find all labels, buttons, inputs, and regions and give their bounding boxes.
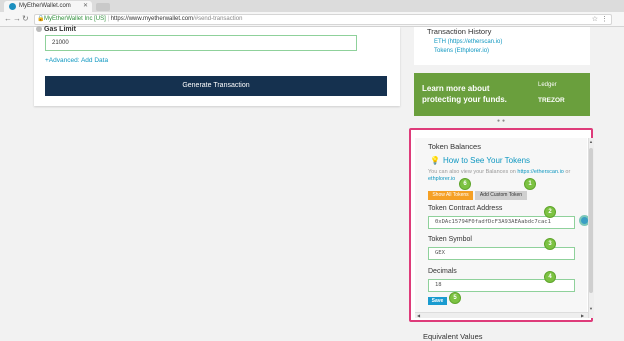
step-marker-6: 6 xyxy=(459,178,471,190)
lock-icon: 🔒 xyxy=(37,16,45,22)
ad-line-1: Learn more about xyxy=(422,84,490,93)
add-custom-token-button[interactable]: Add Custom Token xyxy=(475,191,527,200)
step-marker-5: 5 xyxy=(449,292,461,304)
url-domain: https://www.myetherwallet.com xyxy=(110,16,194,22)
advanced-add-data-link[interactable]: +Advanced: Add Data xyxy=(45,57,108,64)
browser-menu-icon[interactable]: ⋮ xyxy=(601,15,608,24)
url-field[interactable]: 🔒 MyEtherWallet Inc [US] | https://www.m… xyxy=(34,14,612,25)
generate-transaction-button[interactable]: Generate Transaction xyxy=(45,76,387,96)
save-token-button[interactable]: Save xyxy=(428,297,447,305)
step-marker-4: 4 xyxy=(544,271,556,283)
lightbulb-icon: 💡 xyxy=(430,156,440,165)
trezor-logo: TREZOR xyxy=(538,97,565,104)
transaction-history-card: Transaction History ETH (https://ethersc… xyxy=(414,27,590,65)
step-marker-1: 1 xyxy=(524,178,536,190)
step-marker-2: 2 xyxy=(544,206,556,218)
token-contract-address-label: Token Contract Address xyxy=(428,205,503,212)
address-bar: ← → ↻ 🔒 MyEtherWallet Inc [US] | https:/… xyxy=(0,12,624,27)
scroll-right-icon[interactable]: ▶ xyxy=(581,313,584,318)
ledger-logo: Ledger xyxy=(538,82,557,88)
tab-close-icon[interactable]: ✕ xyxy=(83,2,88,9)
token-contract-address-input[interactable]: 0xDAc15794F0fadfDcF3A93AEAabdc7cac1 xyxy=(428,216,575,229)
scroll-up-icon[interactable]: ▲ xyxy=(589,139,593,144)
browser-tab[interactable]: MyEtherWallet.com ✕ xyxy=(4,1,92,12)
ethplorer-history-link[interactable]: Tokens (Ethplorer.io) xyxy=(434,48,489,54)
send-transaction-card: Gas Limit 21000 +Advanced: Add Data Gene… xyxy=(34,26,400,106)
step-marker-3: 3 xyxy=(544,238,556,250)
gas-limit-input[interactable]: 21000 xyxy=(45,35,357,51)
back-icon[interactable]: ← xyxy=(4,14,12,24)
view-balances-text: You can also view your Balances on https… xyxy=(428,169,588,183)
etherscan-history-link[interactable]: ETH (https://etherscan.io) xyxy=(434,39,502,45)
view-balances-or: or xyxy=(563,169,571,175)
token-balances-content: Token Balances 💡 How to See Your Tokens … xyxy=(415,138,594,318)
carousel-dots[interactable]: ●● xyxy=(497,118,507,124)
decimals-label: Decimals xyxy=(428,268,457,275)
forward-icon[interactable]: → xyxy=(13,14,21,24)
browser-tab-strip: MyEtherWallet.com ✕ xyxy=(0,0,624,12)
ethplorer-link[interactable]: ethplorer.io xyxy=(428,176,455,182)
myetherwallet-favicon-icon xyxy=(9,3,16,10)
transaction-history-title: Transaction History xyxy=(427,27,492,36)
hardware-wallet-ad[interactable]: Learn more about protecting your funds. … xyxy=(414,73,590,116)
new-tab-button[interactable] xyxy=(96,3,110,11)
horizontal-scrollbar[interactable] xyxy=(415,312,588,318)
view-balances-prefix: You can also view your Balances on xyxy=(428,169,518,175)
tab-title: MyEtherWallet.com xyxy=(19,3,71,9)
vertical-scrollbar-thumb[interactable] xyxy=(589,148,593,293)
token-symbol-label: Token Symbol xyxy=(428,236,472,243)
token-balances-panel: Token Balances 💡 How to See Your Tokens … xyxy=(409,128,594,322)
secure-label: MyEtherWallet Inc [US] xyxy=(44,16,106,22)
bookmark-star-icon[interactable]: ☆ xyxy=(592,15,598,24)
gas-limit-label: Gas Limit xyxy=(44,26,76,33)
token-balances-title: Token Balances xyxy=(428,142,481,151)
scroll-down-icon[interactable]: ▼ xyxy=(589,306,593,311)
reload-icon[interactable]: ↻ xyxy=(22,14,29,24)
scroll-left-icon[interactable]: ◀ xyxy=(417,313,420,318)
url-path: /#send-transaction xyxy=(193,16,243,22)
equivalent-values-title: Equivalent Values xyxy=(423,332,483,341)
gas-info-icon xyxy=(36,26,42,32)
etherscan-link[interactable]: https://etherscan.io xyxy=(517,169,563,175)
show-all-tokens-button[interactable]: Show All Tokens xyxy=(428,191,473,200)
how-to-see-tokens-link[interactable]: How to See Your Tokens xyxy=(443,156,530,165)
ad-line-2: protecting your funds. xyxy=(422,95,507,104)
